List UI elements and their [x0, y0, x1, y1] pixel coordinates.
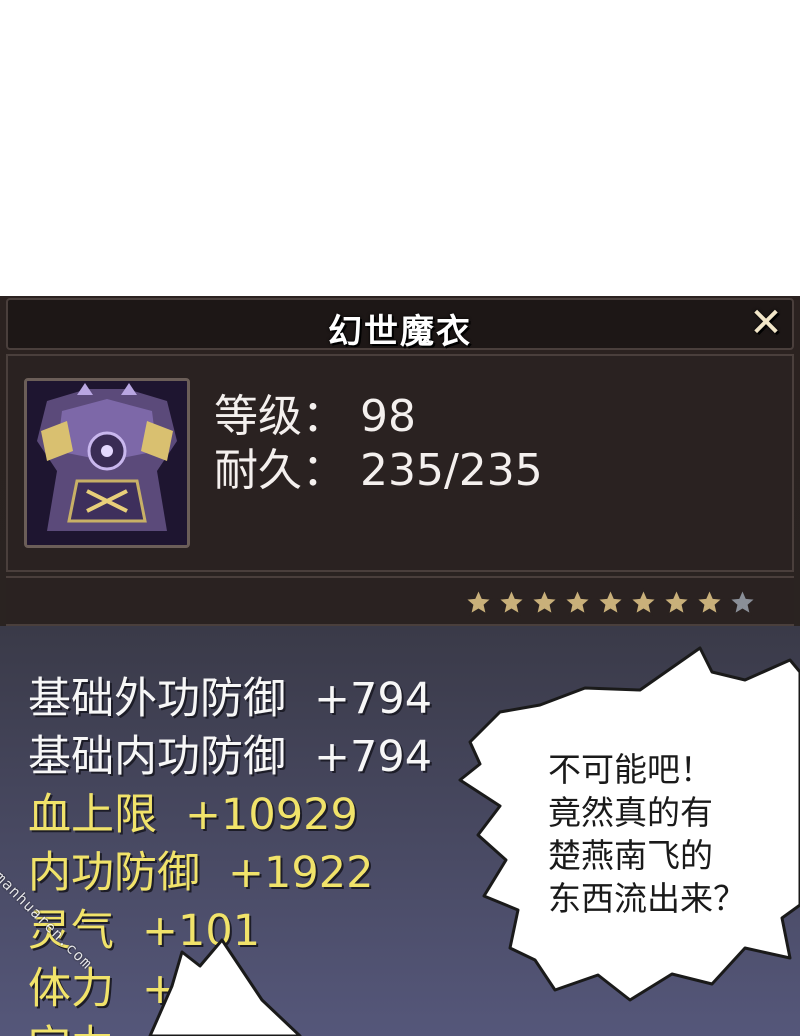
speech-line: 东西流出来？: [548, 879, 746, 918]
speech-line: 不可能吧！: [548, 750, 713, 789]
comic-page: 幻世魔衣 ✕ 等级： 98 耐久： 235/235 基础外功防御 +794 基础…: [0, 0, 800, 1036]
lower-speech-bubble: [148, 938, 302, 1036]
speech-line: 楚燕南飞的: [548, 836, 713, 875]
speech-line: 竟然真的有: [548, 793, 713, 832]
speech-bubble-text: 不可能吧！ 竟然真的有 楚燕南飞的 东西流出来？: [548, 748, 758, 920]
